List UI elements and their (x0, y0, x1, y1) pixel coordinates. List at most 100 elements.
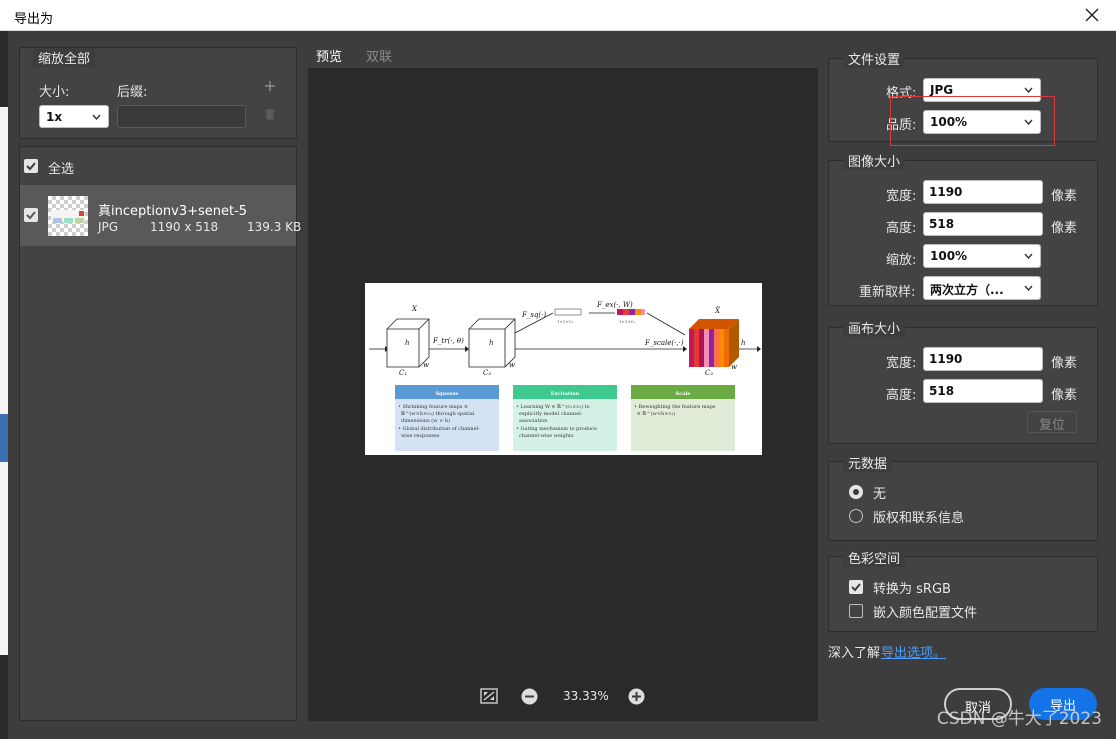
fit-to-screen-icon[interactable] (480, 688, 498, 704)
zoom-out-icon[interactable] (521, 688, 538, 705)
size-label: 大小: (39, 85, 70, 100)
fig-excitation-b1: • Learning W ∈ ℝ^(c₂×c₂) to (516, 403, 590, 410)
window-title: 导出为 (14, 12, 54, 27)
resample-select-value: 两次立方（... (930, 283, 1004, 297)
fig-box-scale-title: Scale (676, 391, 691, 397)
title-bar: 导出为 (0, 0, 1116, 31)
canvas-height-input[interactable]: 518 (923, 379, 1043, 403)
fig-h1: h (405, 339, 410, 347)
metadata-none-radio[interactable] (849, 485, 863, 499)
metadata-title: 元数据 (843, 453, 893, 472)
fig-h2: h (489, 339, 494, 347)
fig-scale-b2: ∈ ℝ^(w×h×c₂) (637, 410, 675, 417)
tab-preview[interactable]: 预览 (316, 46, 343, 70)
fig-excitation-b3: association (519, 418, 548, 424)
resample-select[interactable]: 两次立方（... (923, 276, 1041, 300)
embed-profile-label: 嵌入颜色配置文件 (873, 606, 978, 621)
close-icon[interactable] (1082, 5, 1102, 25)
fig-h3: h (741, 339, 746, 347)
zoom-level: 33.33% (563, 689, 609, 703)
fig-fex: F_ex(·, W) (596, 301, 633, 309)
fig-size2: 1×1×C₂ (619, 319, 636, 324)
width-unit: 像素 (1051, 189, 1078, 204)
width-label: 宽度: (886, 189, 917, 204)
chevron-down-icon (1024, 285, 1033, 291)
fig-c3: C₂ (705, 369, 713, 377)
reset-button-label: 复位 (1038, 418, 1065, 433)
metadata-panel (828, 461, 1098, 541)
highlight-box (890, 96, 1055, 146)
convert-srgb-checkbox[interactable] (849, 580, 863, 594)
fig-c2: C₂ (483, 369, 491, 377)
width-input-value: 1190 (929, 185, 963, 199)
asset-checkbox[interactable] (24, 208, 38, 222)
select-all-label: 全选 (48, 162, 75, 177)
fig-excitation-b4: • Gating mechanism to produce (516, 426, 597, 432)
image-size-title: 图像大小 (843, 151, 906, 170)
fig-xtilde-label: X̃ (714, 307, 721, 315)
learn-more-label: 深入了解 (828, 646, 881, 661)
fig-w1: w (423, 361, 429, 369)
asset-thumbnail (48, 196, 88, 236)
fig-size1: 1×1×C₂ (557, 319, 574, 324)
metadata-none-label: 无 (873, 487, 887, 502)
fig-box-squeeze-title: Squeeze (435, 391, 458, 397)
fig-c1: C₁ (399, 369, 407, 377)
chevron-down-icon (1024, 253, 1033, 259)
zoom-in-icon[interactable] (628, 688, 645, 705)
width-input[interactable]: 1190 (923, 180, 1043, 204)
fig-fscale: F_scale(·,·) (644, 339, 684, 347)
height-unit: 像素 (1051, 221, 1078, 236)
fig-w2: w (509, 361, 515, 369)
background-window-highlight (0, 414, 8, 462)
resample-label: 重新取样: (859, 285, 916, 300)
metadata-copyright-radio[interactable] (849, 509, 863, 523)
select-all-checkbox[interactable] (24, 159, 38, 173)
preview-image: X X̃ h w C₁ h w C₂ h w C₂ F_tr(·, θ) F_s… (365, 283, 762, 455)
size-select[interactable]: 1x (39, 105, 109, 128)
suffix-input[interactable] (117, 105, 246, 128)
asset-row[interactable]: 真inceptionv3+senet-5 JPG 1190 x 518 139.… (20, 185, 301, 246)
canvas-width-unit: 像素 (1051, 356, 1078, 371)
background-window (0, 31, 8, 739)
height-input-value: 518 (929, 217, 955, 231)
scale-select[interactable]: 100% (923, 244, 1041, 268)
trash-icon[interactable] (265, 109, 275, 120)
color-space-title: 色彩空间 (843, 548, 906, 567)
height-label: 高度: (886, 221, 917, 236)
watermark: CSDN @牛大了2023 (936, 709, 1102, 729)
preview-canvas: X X̃ h w C₁ h w C₂ h w C₂ F_tr(·, θ) F_s… (308, 68, 818, 721)
add-icon[interactable] (265, 81, 275, 91)
asset-name: 真inceptionv3+senet-5 (98, 204, 248, 219)
fig-box-excitation-title: Excitation (551, 391, 580, 397)
embed-profile-checkbox[interactable] (849, 604, 863, 618)
height-input[interactable]: 518 (923, 212, 1043, 236)
fig-squeeze-b4: • Global distribution of channel- (398, 426, 480, 432)
fig-w3: w (731, 363, 737, 371)
metadata-copyright-label: 版权和联系信息 (873, 511, 965, 526)
fig-squeeze-b1: • Shrinking feature maps ∈ (398, 404, 468, 410)
size-select-value: 1x (46, 110, 63, 124)
canvas-height-unit: 像素 (1051, 388, 1078, 403)
canvas-height-label: 高度: (886, 388, 917, 403)
scale-select-value: 100% (930, 249, 968, 263)
chevron-down-icon (1024, 87, 1033, 93)
fig-squeeze-b5: wise responses (401, 433, 440, 439)
canvas-width-input[interactable]: 1190 (923, 347, 1043, 371)
canvas-height-input-value: 518 (929, 384, 955, 398)
file-settings-title: 文件设置 (843, 49, 906, 68)
scale-all-title: 缩放全部 (33, 48, 96, 67)
reset-button[interactable]: 复位 (1027, 411, 1077, 433)
chevron-down-icon (92, 114, 101, 120)
suffix-label: 后缀: (117, 85, 148, 100)
canvas-size-title: 画布大小 (843, 318, 906, 337)
fig-squeeze-b3: dimensions (w × h) (401, 417, 450, 424)
convert-srgb-label: 转换为 sRGB (873, 582, 951, 597)
asset-dimensions: 1190 x 518 (150, 220, 219, 234)
tab-dual[interactable]: 双联 (366, 46, 392, 65)
fig-excitation-b5: channel-wise weights (519, 433, 574, 439)
background-window-page (0, 107, 8, 655)
canvas-width-label: 宽度: (886, 356, 917, 371)
fig-fsq: F_sq(·) (521, 311, 546, 319)
export-options-link[interactable]: 导出选项。 (881, 642, 946, 661)
